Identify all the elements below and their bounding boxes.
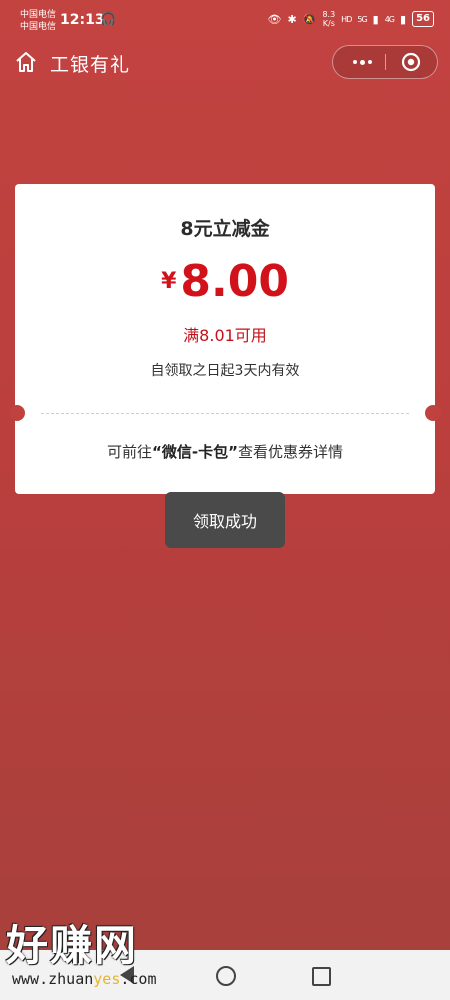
hint-wallet: “微信-卡包” [152, 443, 238, 461]
status-time: 12:13 [60, 12, 105, 28]
signal-bars-icon: ▮ [372, 12, 379, 26]
coupon-card: 8元立减金 ¥8.00 满8.01可用 自领取之日起3天内有效 可前往“微信-卡… [9, 184, 441, 494]
carrier-2: 中国电信 [20, 22, 57, 32]
net-speed-unit: K/s [322, 19, 335, 28]
amount-value: 8.00 [180, 256, 289, 307]
status-icons: 👁 ✱ 🔕 8.3 K/s HD 5G ▮ 4G ▮ 56 [268, 10, 434, 28]
carrier-1: 中国电信 [20, 10, 57, 20]
watermark-url: www.zhuanyes.com [12, 970, 157, 988]
coupon-title: 8元立减金 [180, 218, 270, 240]
hint-suffix: 查看优惠券详情 [237, 443, 343, 461]
nav-bar: 工银有礼 [0, 40, 450, 86]
watermark: 好赚网 www.zhuanyes.com [6, 912, 157, 988]
recents-icon[interactable] [312, 967, 331, 986]
success-toast: 领取成功 [165, 492, 285, 548]
url-highlight: yes [93, 970, 121, 988]
net-speed: 8.3 K/s [322, 10, 335, 28]
watermark-text: 好赚网 [6, 921, 139, 970]
headphones-icon: 🎧 [100, 12, 117, 27]
card-notch-right [425, 405, 441, 421]
hint-prefix: 可前往 [107, 443, 153, 461]
coupon-amount: ¥8.00 [15, 256, 435, 307]
signal-4g: 4G [384, 14, 395, 24]
capsule-divider [385, 54, 386, 70]
coupon-validity: 自领取之日起3天内有效 [150, 363, 300, 379]
mini-program-capsule [332, 45, 438, 79]
home-icon[interactable] [14, 50, 38, 74]
net-speed-value: 8.3 [322, 10, 336, 19]
status-bar: 中国电信 中国电信 12:13 🎧 👁 ✱ 🔕 8.3 K/s HD 5G ▮ … [0, 0, 450, 40]
home-circle-icon[interactable] [216, 966, 236, 986]
coupon-hint: 可前往“微信-卡包”查看优惠券详情 [15, 441, 435, 462]
hd-badge: HD [341, 14, 352, 24]
mute-icon: 🔕 [302, 12, 317, 26]
close-target-icon[interactable] [401, 52, 421, 72]
coupon-condition: 满8.01可用 [183, 326, 267, 345]
signal-5g: 5G [357, 14, 367, 24]
more-icon[interactable] [347, 46, 377, 78]
url-prefix: www.zhuan [12, 970, 94, 988]
carrier-info: 中国电信 中国电信 [20, 9, 56, 33]
card-notch-left [9, 405, 25, 421]
dashed-divider [41, 413, 409, 414]
signal-bars-icon-2: ▮ [400, 12, 407, 26]
url-suffix: .com [120, 970, 157, 988]
page-title: 工银有礼 [50, 54, 131, 76]
eye-icon: 👁 [267, 12, 282, 26]
battery-indicator: 56 [412, 11, 434, 27]
bluetooth-icon: ✱ [287, 12, 297, 26]
currency-symbol: ¥ [161, 269, 177, 294]
